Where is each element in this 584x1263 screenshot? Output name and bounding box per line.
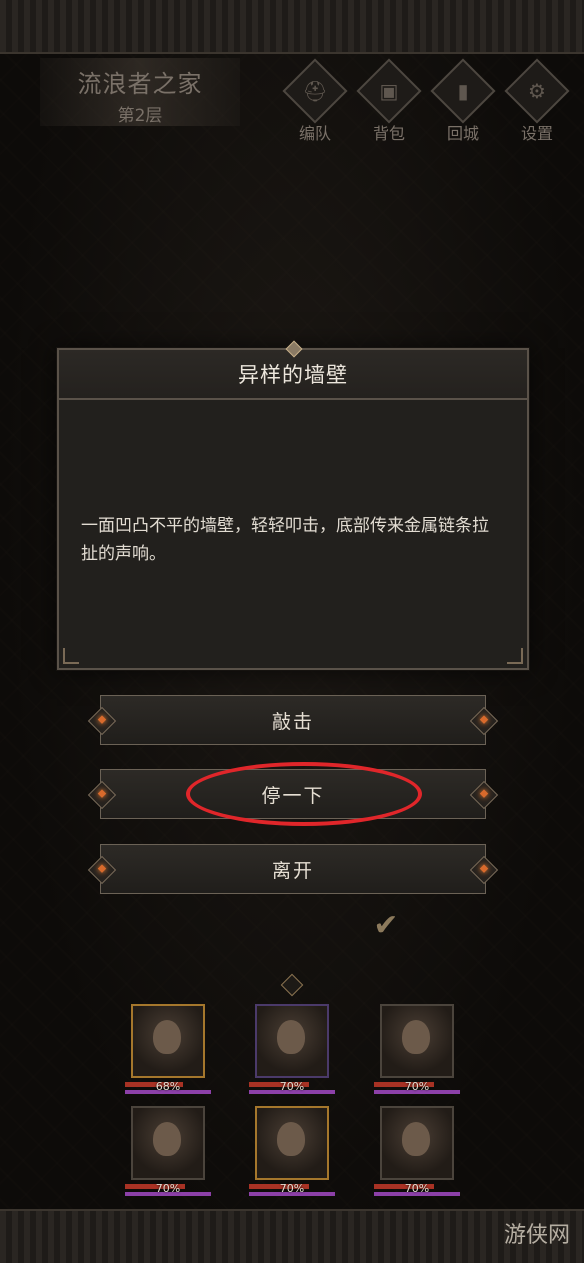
party-member-card[interactable]: 70% bbox=[374, 1106, 460, 1198]
dialog-title-bar: 异样的墙壁 bbox=[59, 350, 527, 400]
bottom-frame bbox=[0, 1209, 584, 1263]
party-member-card[interactable]: 68% bbox=[125, 1004, 211, 1096]
corner-ornament bbox=[63, 648, 79, 664]
party-member-card[interactable]: 70% bbox=[125, 1106, 211, 1198]
hp-percent: 70% bbox=[404, 1182, 430, 1195]
hp-percent: 70% bbox=[279, 1182, 305, 1195]
option-leave-label: 离开 bbox=[271, 859, 314, 882]
option-knock-label: 敲击 bbox=[271, 710, 314, 733]
hero-portrait bbox=[255, 1004, 329, 1078]
gear-icon: ⚙ bbox=[528, 79, 546, 103]
top-frame bbox=[0, 0, 584, 54]
dialog-title: 异样的墙壁 bbox=[238, 363, 348, 387]
hero-portrait bbox=[131, 1004, 205, 1078]
hero-portrait bbox=[380, 1106, 454, 1180]
return-town-label: 回城 bbox=[446, 124, 479, 143]
formation-button[interactable]: ⛑ 编队 bbox=[280, 58, 350, 143]
location-name: 流浪者之家 bbox=[77, 70, 203, 98]
hero-portrait bbox=[380, 1004, 454, 1078]
dialog-text: 一面凹凸不平的墙壁，轻轻叩击，底部传来金属链条拉扯的声响。 bbox=[81, 516, 489, 564]
party-member-card[interactable]: 70% bbox=[249, 1106, 335, 1198]
hero-bars: 68% bbox=[125, 1080, 211, 1096]
checkmark-icon[interactable]: ✔ bbox=[362, 905, 410, 945]
option-knock-button[interactable]: 敲击 bbox=[87, 695, 499, 745]
formation-label: 编队 bbox=[298, 124, 331, 143]
hp-percent: 70% bbox=[279, 1080, 305, 1093]
settings-button[interactable]: ⚙ 设置 bbox=[502, 58, 572, 143]
helmet-icon: ⛑ bbox=[302, 79, 328, 103]
party-member-card[interactable]: 70% bbox=[249, 1004, 335, 1096]
floor-label: 第2层 bbox=[117, 106, 163, 126]
watermark-logo: 游侠网 bbox=[503, 1223, 570, 1248]
bag-icon: ▣ bbox=[379, 79, 399, 103]
bag-label: 背包 bbox=[372, 124, 405, 143]
location-panel: 流浪者之家 第2层 bbox=[40, 58, 240, 126]
hero-bars: 70% bbox=[125, 1182, 211, 1198]
event-dialog: 异样的墙壁 一面凹凸不平的墙壁，轻轻叩击，底部传来金属链条拉扯的声响。 bbox=[57, 340, 529, 670]
corner-ornament bbox=[507, 648, 523, 664]
option-wait-label: 停一下 bbox=[261, 784, 325, 807]
hp-percent: 70% bbox=[155, 1182, 181, 1195]
settings-label: 设置 bbox=[520, 124, 553, 143]
door-icon: ▮ bbox=[457, 79, 469, 103]
hero-bars: 70% bbox=[249, 1080, 335, 1096]
hero-bars: 70% bbox=[249, 1182, 335, 1198]
bag-button[interactable]: ▣ 背包 bbox=[354, 58, 424, 143]
hero-bars: 70% bbox=[374, 1080, 460, 1096]
hp-percent: 70% bbox=[404, 1080, 430, 1093]
hero-portrait bbox=[131, 1106, 205, 1180]
hp-percent: 68% bbox=[155, 1080, 181, 1093]
hero-portrait bbox=[255, 1106, 329, 1180]
party-member-card[interactable]: 70% bbox=[374, 1004, 460, 1096]
option-leave-button[interactable]: 离开 bbox=[87, 844, 499, 894]
return-town-button[interactable]: ▮ 回城 bbox=[428, 58, 498, 143]
hero-bars: 70% bbox=[374, 1182, 460, 1198]
option-wait-button[interactable]: 停一下 bbox=[87, 769, 499, 819]
